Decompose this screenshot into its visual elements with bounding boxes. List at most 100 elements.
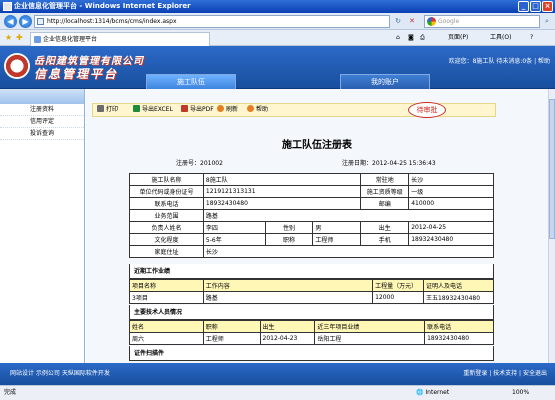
staff-table: 姓名 职称 出生 近三年项目业绩 联系电话 周六 工程师 2012-04-23 … (129, 320, 494, 345)
table-cell: 工程师 (202, 332, 261, 345)
value: 路基 (202, 209, 495, 222)
tab-page-icon (34, 36, 41, 43)
table-cell: 3项目 (129, 291, 204, 304)
table-row: 3项目 路基 12000 王五18932430480 (129, 291, 494, 304)
value: 2012-04-25 (408, 221, 494, 234)
print-button[interactable]: 打印 (97, 104, 118, 116)
help-button[interactable]: 帮助 (247, 104, 268, 116)
table-cell: 路基 (202, 291, 374, 304)
column-header: 工作内容 (202, 279, 374, 292)
status-text: 完成 (4, 389, 17, 396)
table-cell: 岳阳工程 (314, 332, 426, 345)
column-header: 近三年项目业绩 (314, 320, 426, 333)
search-placeholder: Google (438, 18, 460, 25)
refresh-icon (217, 105, 224, 112)
browser-tab-label: 企业信息化管理平台 (43, 36, 98, 43)
logo-mark (4, 53, 30, 79)
table-header-row: 姓名 职称 出生 近三年项目业绩 联系电话 (129, 320, 494, 333)
label: 邮编 (360, 197, 410, 210)
value: 410000 (408, 197, 494, 210)
favorites-star-icon[interactable]: ★ (5, 33, 12, 42)
section-key-staff: 主要技术人员情况 (129, 305, 494, 320)
back-icon[interactable]: ◀ (4, 15, 17, 28)
stop-icon[interactable]: ✕ (406, 15, 418, 28)
sidebar-header (0, 89, 84, 104)
label: 职称 (264, 233, 314, 246)
app-footer: 网站设计 示例公司 天纵国际软件开发 重新登录 | 技术支持 | 安全退出 (0, 363, 555, 385)
close-button[interactable]: × (542, 1, 553, 12)
help-icon (247, 105, 254, 112)
footer-links[interactable]: 重新登录 | 技术支持 | 安全退出 (463, 363, 547, 385)
label: 文化程度 (129, 233, 204, 246)
security-zone: 🌐 Internet (416, 389, 450, 396)
value: 一级 (408, 185, 494, 198)
export-excel-button[interactable]: 导出EXCEL (133, 104, 173, 116)
maximize-button[interactable]: □ (530, 1, 541, 12)
label: 单位代码或身份证号 (129, 185, 204, 198)
help-icon[interactable]: ? (530, 32, 533, 44)
label: 施工队名称 (129, 173, 204, 186)
address-toolbar: ◀ ▶ http://localhost:1314/bcms/cms/index… (0, 13, 555, 30)
value: 8施工队 (202, 173, 362, 186)
sidebar-item-credit-rating[interactable]: 信用评定 (0, 116, 84, 128)
vertical-scrollbar[interactable] (548, 89, 555, 363)
status-stamp: 待审批 (408, 102, 446, 118)
page-icon (37, 18, 44, 25)
logo-platform: 信息管理平台 (34, 67, 119, 81)
value: 1219121313131 (202, 185, 362, 198)
browser-tab[interactable]: 企业信息化管理平台 (30, 32, 210, 46)
registration-number: 注册号：201002 (176, 160, 223, 167)
browser-statusbar: 完成 🌐 Internet 100% (0, 385, 555, 400)
footer-credits: 网站设计 示例公司 天纵国际软件开发 (10, 370, 110, 377)
home-icon[interactable]: ⌂ (396, 32, 400, 44)
table-cell: 18932430480 (424, 332, 494, 345)
tools-menu[interactable]: 工具(O) (490, 32, 511, 44)
sidebar-item-registration[interactable]: 注册资料 (0, 104, 84, 116)
excel-icon (133, 105, 140, 112)
logo: 岳阳建筑管理有限公司 信息管理平台 (4, 53, 154, 81)
label: 出生 (360, 221, 410, 234)
table-cell: 周六 (129, 332, 204, 345)
label: 手机 (360, 233, 410, 246)
document-title: 施工队伍注册表 (282, 140, 352, 151)
sidebar-item-complaints[interactable]: 投诉查询 (0, 128, 84, 140)
page-menu[interactable]: 页面(P) (448, 32, 468, 44)
welcome-text: 欢迎您：8施工队 待未消息:0条 | 帮助 (448, 58, 550, 65)
printer-icon (97, 105, 104, 112)
scrollbar-thumb[interactable] (549, 99, 555, 239)
ie-icon (3, 2, 12, 11)
feeds-icon[interactable]: ◙ (408, 32, 414, 44)
nav-tab-my-account[interactable]: 我的账户 (340, 74, 430, 89)
search-input[interactable]: Google (424, 15, 540, 28)
value: 18932430480 (408, 233, 494, 246)
column-header: 出生 (259, 320, 316, 333)
main-content: 打印 导出EXCEL 导出PDF 刷新 帮助 待审批 施工队伍注册表 注册号：2… (86, 89, 548, 363)
print-icon[interactable]: ⎙ (420, 32, 425, 44)
table-row: 周六 工程师 2012-04-23 岳阳工程 18932430480 (129, 332, 494, 345)
label: 施工资质等级 (360, 185, 410, 198)
column-header: 证明人及电话 (423, 279, 494, 292)
sidebar: 注册资料 信用评定 投诉查询 (0, 89, 85, 363)
column-header: 联系电话 (424, 320, 494, 333)
export-pdf-button[interactable]: 导出PDF (181, 104, 214, 116)
table-cell: 2012-04-23 (259, 332, 316, 345)
minimize-button[interactable]: _ (518, 1, 529, 12)
search-icon[interactable]: ⌕ (541, 15, 553, 28)
column-header: 项目名称 (129, 279, 204, 292)
google-icon (427, 17, 436, 26)
add-favorite-icon[interactable]: ✚ (16, 33, 23, 42)
nav-tab-construction-team[interactable]: 施工队伍 (146, 74, 236, 89)
zoom-level[interactable]: 100% (512, 386, 529, 400)
value: 18932430480 (202, 197, 362, 210)
refresh-button[interactable]: 刷新 (217, 104, 238, 116)
forward-icon[interactable]: ▶ (19, 15, 32, 28)
address-input[interactable]: http://localhost:1314/bcms/cms/index.asp… (34, 15, 390, 28)
value: 工程师 (312, 233, 362, 246)
table-header-row: 项目名称 工作内容 工程量（万元） 证明人及电话 (129, 279, 494, 292)
column-header: 职称 (202, 320, 261, 333)
window-titlebar: 企业信息化管理平台 - Windows Internet Explorer _ … (0, 0, 555, 13)
registration-form: 施工队名称 8施工队 常驻地 长沙 单位代码或身份证号 1219121313131 施工资… (129, 173, 495, 258)
refresh-icon[interactable]: ↻ (392, 15, 404, 28)
window-title: 企业信息化管理平台 - Windows Internet Explorer (14, 2, 191, 10)
url-text: http://localhost:1314/bcms/cms/index.asp… (47, 18, 177, 25)
